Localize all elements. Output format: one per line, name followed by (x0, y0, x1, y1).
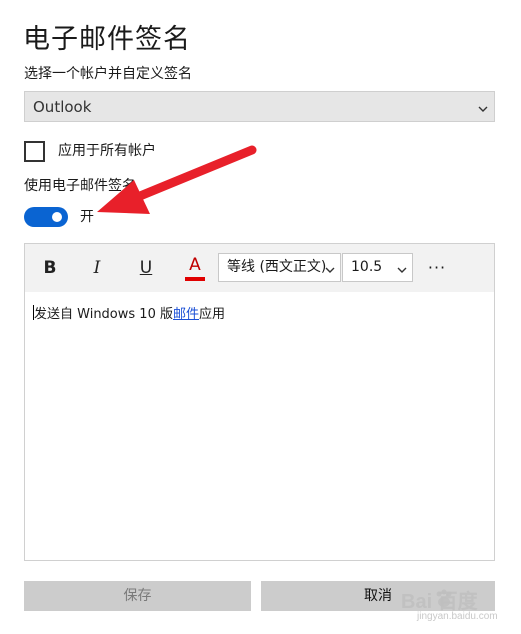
use-signature-label: 使用电子邮件签名 (24, 178, 136, 194)
more-options-button[interactable]: ··· (422, 253, 452, 283)
font-color-swatch (185, 277, 205, 281)
apply-all-checkbox[interactable] (24, 141, 45, 162)
chevron-down-icon (396, 254, 408, 281)
account-select-value: Outlook (33, 98, 92, 116)
bold-button[interactable]: B (35, 253, 65, 283)
chevron-down-icon (324, 254, 336, 281)
font-family-value: 等线 (西文正文) (227, 259, 327, 275)
page-title: 电子邮件签名 (23, 24, 191, 55)
cancel-button[interactable]: 取消 (261, 581, 495, 611)
account-select[interactable]: Outlook (24, 91, 495, 122)
toggle-knob (52, 212, 62, 222)
watermark-url: jingyan.baidu.com (417, 611, 498, 622)
font-color-letter: A (189, 255, 201, 275)
chevron-down-icon (476, 92, 490, 122)
account-select-label: 选择一个帐户并自定义签名 (24, 66, 192, 82)
font-size-value: 10.5 (351, 259, 383, 275)
font-color-button[interactable]: A (180, 253, 210, 283)
apply-all-label: 应用于所有帐户 (58, 143, 156, 159)
signature-text-after: 应用 (199, 307, 226, 322)
signature-dialog: 电子邮件签名 选择一个帐户并自定义签名 Outlook 应用于所有帐户 使用电子… (0, 0, 521, 634)
signature-editor: B I U A 等线 (西文正文) 10.5 ··· 发送自 Windows 1… (24, 243, 495, 561)
italic-button[interactable]: I (82, 253, 112, 283)
format-toolbar: B I U A 等线 (西文正文) 10.5 ··· (25, 244, 494, 292)
use-signature-toggle[interactable] (24, 207, 68, 227)
font-family-select[interactable]: 等线 (西文正文) (218, 253, 341, 282)
mail-app-link[interactable]: 邮件 (173, 307, 199, 322)
save-button[interactable]: 保存 (24, 581, 251, 611)
toggle-state-label: 开 (80, 209, 94, 225)
signature-text-area[interactable]: 发送自 Windows 10 版邮件应用 (25, 292, 494, 560)
font-size-select[interactable]: 10.5 (342, 253, 413, 282)
underline-button[interactable]: U (131, 253, 161, 283)
signature-text-before: 发送自 Windows 10 版 (34, 307, 173, 322)
signature-text: 发送自 Windows 10 版邮件应用 (33, 305, 225, 324)
